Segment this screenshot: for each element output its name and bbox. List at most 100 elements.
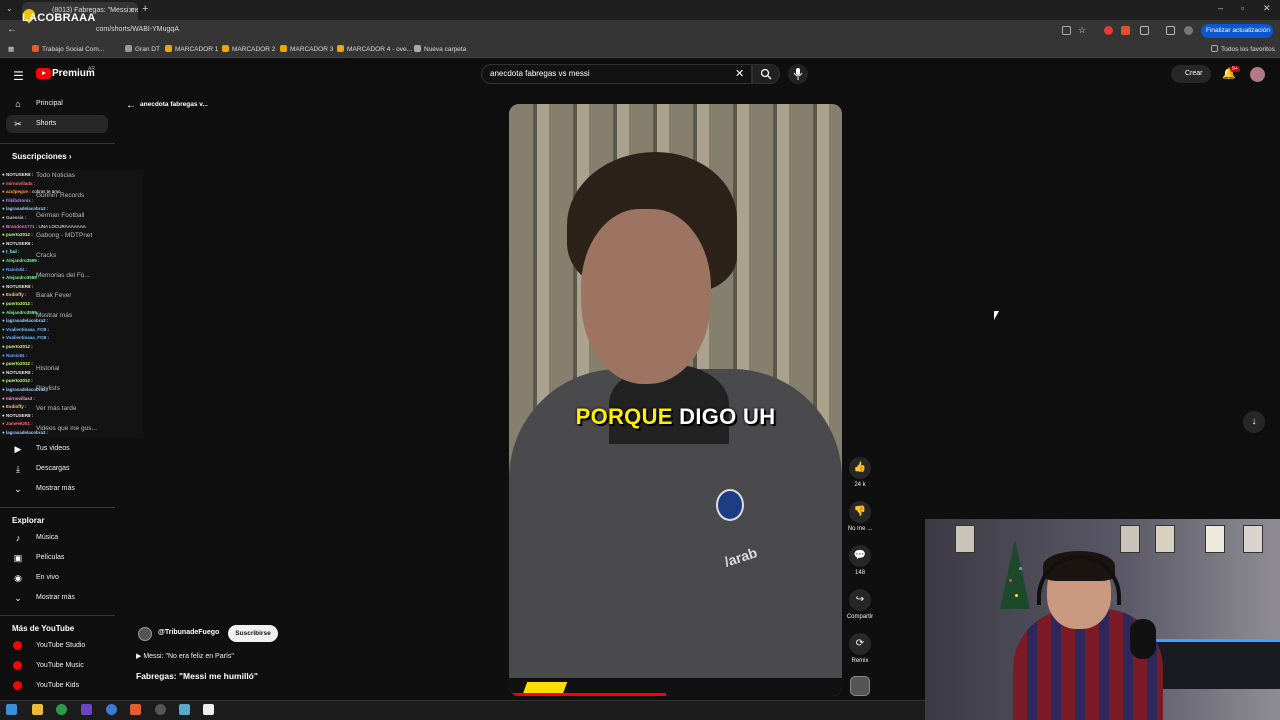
bookmark-item[interactable]: MARCADOR 2 (222, 45, 275, 53)
chat-username: Jamee6251 : (5, 421, 33, 427)
chat-username: lagrasadelacobra3 : (5, 206, 49, 212)
bookmark-label: Trabajo Social Com... (42, 46, 105, 53)
comment-button[interactable]: 💬 148 (845, 545, 875, 576)
star-icon[interactable]: ☆ (1078, 26, 1087, 35)
sidebar-item-principal[interactable]: ⌂ Principal (6, 95, 108, 113)
app-icon[interactable] (81, 704, 92, 715)
chat-username: mirnovillas3 : (5, 395, 35, 401)
share-button[interactable]: ↪ Compartir (845, 589, 875, 620)
home-icon: ⌂ (15, 99, 21, 109)
extensions-puzzle-icon[interactable] (1140, 26, 1149, 35)
youtube-logo-icon[interactable] (36, 68, 51, 79)
sidebar-you-item[interactable]: Ver más tarde (36, 405, 76, 412)
bookmark-item[interactable]: Gran DT (125, 45, 160, 53)
chat-message: ● puerto2012 : (2, 378, 33, 383)
tab-search-icon[interactable]: ⌄ (6, 4, 13, 13)
subscription-item[interactable]: Todo Noticias (36, 172, 75, 179)
short-video-player[interactable]: /arab (509, 104, 842, 696)
sidebar-explore-item[interactable]: ♪ Música (6, 529, 108, 547)
sidebar-you-item[interactable]: Videos que me gus... (36, 425, 97, 432)
subscribe-button[interactable]: Suscribirse (228, 625, 278, 642)
profile-icon[interactable] (1184, 26, 1193, 35)
sidebar-you-item[interactable]: Playlists (36, 385, 60, 392)
media-icon[interactable] (1166, 26, 1175, 35)
sidebar-more-item[interactable]: YouTube Studio (6, 637, 108, 655)
new-tab-icon[interactable]: + (142, 3, 148, 15)
minimize-icon[interactable]: – (1218, 3, 1223, 13)
cast-icon[interactable] (1062, 26, 1071, 35)
sidebar-you-item[interactable]: ⤓ Descargas (6, 460, 108, 478)
sidebar-you-item[interactable]: ⌄ Mostrar más (6, 480, 108, 498)
explorer-icon[interactable] (32, 704, 43, 715)
subscription-item[interactable]: Memorias del Fú... (36, 272, 90, 279)
start-icon[interactable] (6, 704, 17, 715)
remix-button[interactable]: ⟳ Remix (845, 633, 875, 664)
extension-record-icon[interactable] (1104, 26, 1113, 35)
bookmark-item[interactable]: MARCADOR 3 (280, 45, 333, 53)
subscription-item[interactable]: German Football (36, 212, 84, 219)
sidebar-more-item[interactable]: YouTube Kids (6, 677, 108, 695)
subscription-item[interactable]: Barak Fever (36, 292, 71, 299)
sidebar-item-label: Descargas (36, 465, 70, 472)
chat-username: NOTUSER8 : (5, 369, 34, 375)
app-icon[interactable] (179, 704, 190, 715)
bookmark-item[interactable]: MARCADOR 1 (165, 45, 218, 53)
sidebar-divider (0, 615, 115, 616)
chat-message: ● Ramis84 : (2, 353, 27, 358)
sidebar-item-label: Mostrar más (36, 594, 75, 601)
sidebar-you-item[interactable]: ▶ Tus videos (6, 440, 108, 458)
address-bar[interactable]: com/shorts/WABI-YMugqA (96, 26, 179, 33)
back-arrow-icon[interactable]: ← (126, 100, 136, 111)
sidebar-explore-item[interactable]: ⌄ Mostrar más (6, 589, 108, 607)
like-button[interactable]: 👍 24 k (845, 457, 875, 488)
sidebar-explore-item[interactable]: ◉ En vivo (6, 569, 108, 587)
channel-avatar[interactable] (138, 627, 152, 641)
clear-search-icon[interactable]: ✕ (735, 67, 744, 80)
chat-username: Guessis : (5, 215, 27, 220)
bookmark-label: MARCADOR 4 - ove... (347, 46, 413, 53)
chat-username: mirnovillada : (5, 180, 36, 186)
shorts-search-title[interactable]: anecdota fabregas v... (140, 101, 208, 108)
menu-icon[interactable]: ☰ (13, 69, 24, 83)
subscription-item[interactable]: Cracks (36, 252, 56, 259)
sidebar-you-item[interactable]: Historial (36, 365, 59, 372)
create-button[interactable]: Crear (1171, 65, 1211, 83)
chat-message: ● puerto2012 : (2, 232, 33, 237)
close-tab-icon[interactable]: ✕ (128, 6, 135, 15)
bookmark-item[interactable]: Nueva carpeta (414, 45, 466, 53)
bookmark-item[interactable]: Trabajo Social Com... (32, 45, 104, 53)
related-link[interactable]: ▶ Messi: "No era feliz en París" (136, 652, 234, 660)
sidebar-item-shorts[interactable]: ✂ Shorts (6, 115, 108, 133)
chrome-icon[interactable] (56, 704, 67, 715)
subscription-item[interactable]: Gunnin' Records (36, 192, 84, 199)
sidebar-explore-item[interactable]: ▣ Películas (6, 549, 108, 567)
voice-search-button[interactable] (788, 64, 808, 84)
subscription-item[interactable]: Gabong - MDTPnet (36, 232, 92, 239)
maximize-icon[interactable]: ▫ (1241, 3, 1244, 13)
account-avatar[interactable] (1250, 67, 1265, 82)
apps-grid-icon[interactable]: ▦ (8, 45, 14, 53)
subscription-item[interactable]: Mostrar más (36, 312, 72, 319)
subscriptions-heading[interactable]: Suscripciones › (12, 152, 72, 161)
video-club-crest (716, 489, 744, 521)
next-short-button[interactable]: ↓ (1243, 411, 1265, 433)
bookmark-all-favorites[interactable]: Todos los favoritos (1211, 45, 1275, 53)
app-icon[interactable] (203, 704, 214, 715)
extension-icon[interactable] (1121, 26, 1130, 35)
sidebar-more-item[interactable]: YouTube Music (6, 657, 108, 675)
sound-thumbnail[interactable] (850, 676, 870, 696)
dislike-button[interactable]: 👎 No me ... (845, 501, 875, 532)
bookmark-item[interactable]: MARCADOR 4 - ove... (337, 45, 412, 53)
app-icon[interactable] (130, 704, 141, 715)
obs-icon[interactable] (155, 704, 166, 715)
mic-icon (793, 68, 803, 80)
channel-name[interactable]: @TribunadeFuego (158, 629, 219, 636)
search-input[interactable]: anecdota fabregas vs messi (481, 64, 752, 84)
close-window-icon[interactable]: ✕ (1263, 3, 1271, 14)
video-progress-bar[interactable] (509, 693, 666, 696)
app-icon[interactable] (106, 704, 117, 715)
search-button[interactable] (752, 64, 780, 84)
sidebar-item-label: YouTube Music (36, 662, 84, 669)
back-icon[interactable]: ← (7, 24, 17, 35)
update-button[interactable]: Finalizar actualización (1201, 24, 1273, 38)
